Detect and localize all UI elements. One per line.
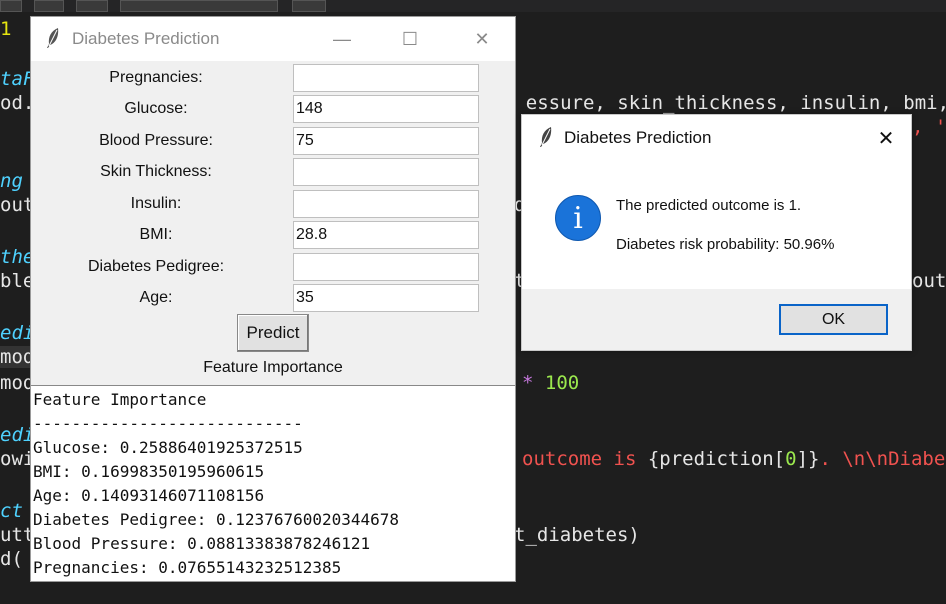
diabetes-pedigree-input[interactable] [293, 253, 479, 281]
minimize-icon: — [333, 28, 351, 49]
minimize-button[interactable]: — [319, 17, 365, 61]
blood-pressure-label: Blood Pressure: [99, 132, 213, 149]
window-titlebar[interactable]: Diabetes Prediction — ☐ ✕ [31, 17, 515, 61]
maximize-icon: ☐ [401, 28, 419, 49]
pregnancies-input[interactable] [293, 64, 479, 92]
insulin-input[interactable] [293, 190, 479, 218]
toolbar-button[interactable] [0, 0, 22, 12]
skin-thickness-input[interactable] [293, 158, 479, 186]
glucose-label: Glucose: [124, 100, 188, 117]
feature-importance-textbox[interactable]: Feature Importance ---------------------… [31, 385, 515, 581]
code-fragment: , ' [912, 116, 946, 138]
age-input[interactable]: 35 [293, 284, 479, 312]
dialog-close-button[interactable]: ✕ [861, 115, 911, 161]
bmi-input[interactable]: 28.8 [293, 221, 479, 249]
maximize-button[interactable]: ☐ [387, 17, 433, 61]
diabetes-pedigree-label: Diabetes Pedigree: [87, 258, 225, 275]
feature-importance-label: Feature Importance [203, 359, 343, 376]
predict-button[interactable]: Predict [237, 314, 309, 352]
window-title: Diabetes Prediction [72, 29, 220, 48]
code-fragment: outcome is {prediction[0]}. \n\nDiabe [522, 448, 946, 470]
prediction-window: Diabetes Prediction — ☐ ✕ Pregnancies: G… [30, 16, 516, 582]
ok-button[interactable]: OK [779, 304, 888, 335]
dialog-titlebar[interactable]: Diabetes Prediction ✕ [522, 115, 911, 161]
editor-toolbar [0, 0, 946, 12]
risk-probability-text: Diabetes risk probability: 50.96% [616, 236, 835, 253]
bmi-label: BMI: [139, 226, 173, 243]
code-fragment: t_diabetes) [514, 524, 640, 546]
info-icon: i [555, 195, 601, 241]
cell-type-dropdown[interactable] [120, 0, 278, 12]
code-fragment: d( [0, 548, 23, 570]
insulin-label: Insulin: [130, 195, 182, 212]
close-icon: ✕ [474, 28, 490, 49]
toolbar-button[interactable] [34, 0, 64, 12]
toolbar-button[interactable] [76, 0, 108, 12]
dialog-title: Diabetes Prediction [564, 128, 712, 147]
close-icon: ✕ [877, 127, 895, 150]
result-dialog: Diabetes Prediction ✕ i The predicted ou… [521, 114, 912, 351]
glucose-input[interactable]: 148 [293, 95, 479, 123]
pregnancies-label: Pregnancies: [109, 69, 203, 86]
code-fragment: * 100 [522, 372, 580, 394]
age-label: Age: [139, 289, 173, 306]
feather-icon [540, 127, 552, 147]
close-button[interactable]: ✕ [459, 17, 505, 61]
predicted-outcome-text: The predicted outcome is 1. [616, 197, 802, 214]
feather-icon [47, 28, 59, 48]
blood-pressure-input[interactable]: 75 [293, 127, 479, 155]
skin-thickness-label: Skin Thickness: [100, 163, 212, 180]
code-fragment: oute [912, 270, 946, 292]
code-fragment: 1 [0, 18, 12, 40]
code-fragment: ng [0, 170, 23, 192]
code-fragment: ct [0, 500, 23, 522]
toolbar-button[interactable] [292, 0, 326, 12]
